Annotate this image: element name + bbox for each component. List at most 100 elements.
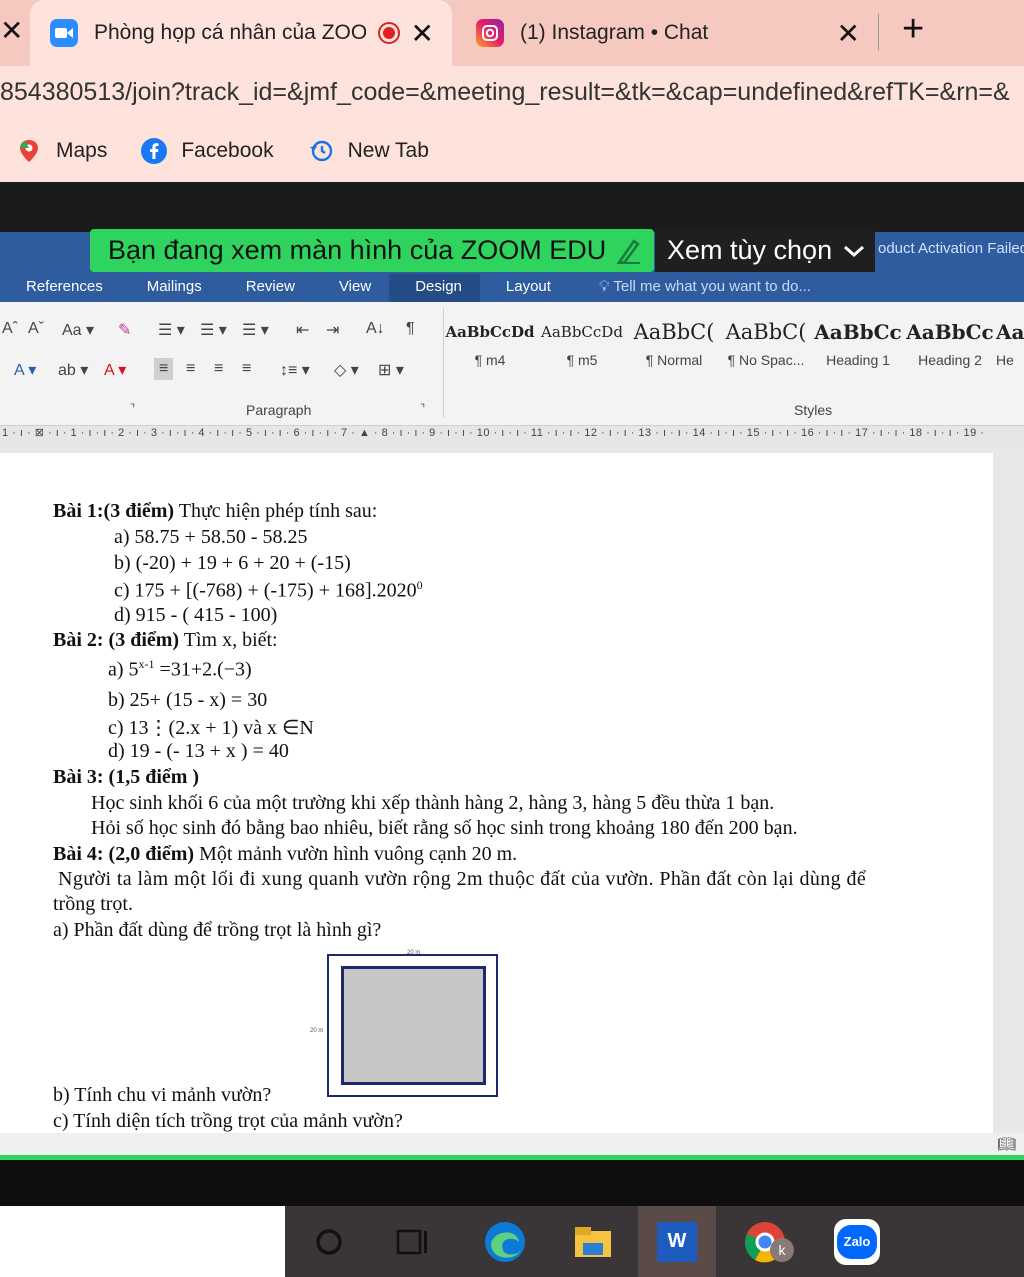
chrome-icon[interactable]: k <box>726 1206 804 1277</box>
new-tab-button[interactable]: + <box>902 8 924 51</box>
taskbar-search-box[interactable] <box>0 1206 285 1277</box>
shading-icon[interactable]: ◇ ▾ <box>334 360 359 380</box>
exercise-line: d) 19 - (- 13 + x ) = 40 <box>108 740 289 762</box>
tab-layout[interactable]: Layout <box>480 274 569 302</box>
bookmark-new-tab[interactable]: New Tab <box>308 138 429 164</box>
exercise-line: c) 175 + [(-768) + (-175) + 168].20200 <box>114 578 423 603</box>
exercise-line: d) 915 - ( 415 - 100) <box>114 604 278 626</box>
browser-tab-bar: ✕ Phòng họp cá nhân của ZOO ✕ (1) Instag… <box>0 0 1024 66</box>
increase-indent-icon[interactable]: ⇥ <box>326 320 339 340</box>
close-tab-icon[interactable]: ✕ <box>837 17 860 50</box>
word-app-icon[interactable]: W <box>638 1206 716 1277</box>
tab-design[interactable]: Design <box>389 274 480 302</box>
exercise-3-heading: Bài 3: (1,5 điểm ) <box>53 766 199 789</box>
styles-group-label: Styles <box>794 402 833 418</box>
exercise-line: a) 5x-1 =31+2.(−3) <box>108 657 252 682</box>
exercise-line: b) Tính chu vi mảnh vườn? <box>53 1084 272 1106</box>
tab-references[interactable]: References <box>0 274 121 302</box>
multilevel-list-icon[interactable]: ☰ ▾ <box>242 320 269 340</box>
cortana-icon[interactable] <box>290 1206 368 1277</box>
view-options-label: Xem tùy chọn <box>667 235 833 265</box>
style-heading-1[interactable]: AaBbCc Heading 1 <box>812 312 904 392</box>
zalo-label: Zalo <box>837 1224 877 1259</box>
justify-icon[interactable]: ≡ <box>242 360 251 378</box>
url-text: 854380513/join?track_id=&jmf_code=&meeti… <box>0 78 1010 106</box>
tell-me-text: Tell me what you want to do... <box>613 278 811 295</box>
exercise-line: c) Tính diện tích trồng trọt của mảnh vư… <box>53 1110 403 1132</box>
exercise-line: b) 25+ (15 - x) = 30 <box>108 689 268 711</box>
figure-label: 20 m <box>407 950 421 956</box>
change-case-icon[interactable]: Aa ▾ <box>62 320 94 340</box>
font-launcher-icon[interactable]: ⌝ <box>130 402 135 415</box>
text-effects-icon[interactable]: A ▾ <box>14 360 36 380</box>
pilcrow-icon[interactable]: ¶ <box>406 320 415 338</box>
ribbon-tabs: References Mailings Review View Design L… <box>0 274 1024 302</box>
numbering-icon[interactable]: ☰ ▾ <box>200 320 227 340</box>
borders-icon[interactable]: ⊞ ▾ <box>378 360 404 380</box>
view-options-button[interactable]: Xem tùy chọn <box>655 229 875 272</box>
tell-me-box[interactable]: 💡︎ Tell me what you want to do... <box>569 274 811 302</box>
instagram-icon <box>476 19 504 47</box>
grow-font-icon[interactable]: Aˆ <box>2 320 18 338</box>
exercise-2-heading: Bài 2: (3 điểm) Tìm x, biết: <box>53 629 278 652</box>
exercise-title: Bài 2: (3 điểm) <box>53 629 180 651</box>
align-right-icon[interactable]: ≡ <box>214 360 223 378</box>
tab-zoom-meeting[interactable]: Phòng họp cá nhân của ZOO ✕ <box>30 0 452 66</box>
exponent: 0 <box>416 578 423 592</box>
garden-figure: 20 m <box>327 950 498 1097</box>
align-left-icon[interactable]: ≡ <box>154 358 174 380</box>
style-sample: AaBbCc <box>906 320 994 344</box>
highlight-icon[interactable]: ab ▾ <box>58 360 88 380</box>
file-explorer-icon[interactable] <box>554 1206 632 1277</box>
style-heading-3[interactable]: Aa He <box>996 312 1024 392</box>
decrease-indent-icon[interactable]: ⇤ <box>296 320 309 340</box>
ribbon-body: Aˆ Aˇ Aa ▾ ✎ ☰ ▾ ☰ ▾ ☰ ▾ ⇤ ⇥ A↓ ¶ A ▾ ab… <box>0 302 1024 426</box>
exercise-line: a) Phần đất dùng để trồng trọt là hình g… <box>53 919 382 941</box>
style-m5[interactable]: AaBbCcDd ¶ m5 <box>536 312 628 392</box>
horizontal-ruler[interactable]: 1 · ı · ⊠ · ı · 1 · ı · ı · 2 · ı · 3 · … <box>0 426 1024 446</box>
paragraph-launcher-icon[interactable]: ⌝ <box>420 402 425 415</box>
font-color-icon[interactable]: A ▾ <box>104 360 126 380</box>
style-normal[interactable]: AaBbC( ¶ Normal <box>628 312 720 392</box>
address-bar[interactable]: 854380513/join?track_id=&jmf_code=&meeti… <box>0 66 1024 120</box>
read-mode-icon[interactable]: 📖︎ <box>997 1135 1016 1153</box>
exercise-line: b) (-20) + 19 + 6 + 20 + (-15) <box>114 552 351 574</box>
line-spacing-icon[interactable]: ↕≡ ▾ <box>280 360 310 380</box>
tab-instagram[interactable]: (1) Instagram • Chat ✕ <box>458 0 878 66</box>
close-tab-icon[interactable]: ✕ <box>411 17 434 50</box>
activation-warning: oduct Activation Failed <box>878 240 1024 257</box>
bookmark-facebook[interactable]: Facebook <box>141 138 274 164</box>
style-m4[interactable]: AaBbCcDd ¶ m4 <box>444 312 536 392</box>
bullets-icon[interactable]: ☰ ▾ <box>158 320 185 340</box>
align-center-icon[interactable]: ≡ <box>186 360 195 378</box>
close-tab-icon[interactable]: ✕ <box>0 14 23 47</box>
exercise-1-heading: Bài 1:(3 điểm) Thực hiện phép tính sau: <box>53 500 377 523</box>
clear-format-icon[interactable]: ✎ <box>118 320 131 340</box>
zoom-bottom-band <box>0 1160 1024 1206</box>
exercise-line: trồng trọt. <box>53 893 133 915</box>
style-sample: AaBbC( <box>725 320 807 344</box>
style-heading-2[interactable]: AaBbCc Heading 2 <box>904 312 996 392</box>
zalo-icon[interactable]: Zalo <box>818 1206 896 1277</box>
bookmark-maps[interactable]: Maps <box>16 138 107 164</box>
exercise-text: a) 5 <box>108 658 139 681</box>
history-icon <box>309 140 332 162</box>
facebook-icon <box>141 138 168 164</box>
zoom-top-band <box>0 182 1024 232</box>
tab-title: (1) Instagram • Chat <box>520 21 709 44</box>
exponent: x-1 <box>138 657 155 671</box>
edge-icon[interactable] <box>466 1206 544 1277</box>
tab-title: Phòng họp cá nhân của ZOO <box>94 21 366 44</box>
style-name: ¶ m5 <box>566 352 598 368</box>
dashed-line <box>341 968 343 1083</box>
style-sample: AaBbCcDd <box>445 323 535 341</box>
paragraph-group-label: Paragraph <box>246 402 312 418</box>
sort-icon[interactable]: A↓ <box>366 320 385 338</box>
tab-mailings[interactable]: Mailings <box>121 274 220 302</box>
tab-view[interactable]: View <box>313 274 389 302</box>
tab-review[interactable]: Review <box>220 274 313 302</box>
chevron-down-icon <box>844 245 865 257</box>
shrink-font-icon[interactable]: Aˇ <box>28 320 44 338</box>
task-view-icon[interactable] <box>374 1206 452 1277</box>
style-no-spacing[interactable]: AaBbC( ¶ No Spac... <box>720 312 812 392</box>
